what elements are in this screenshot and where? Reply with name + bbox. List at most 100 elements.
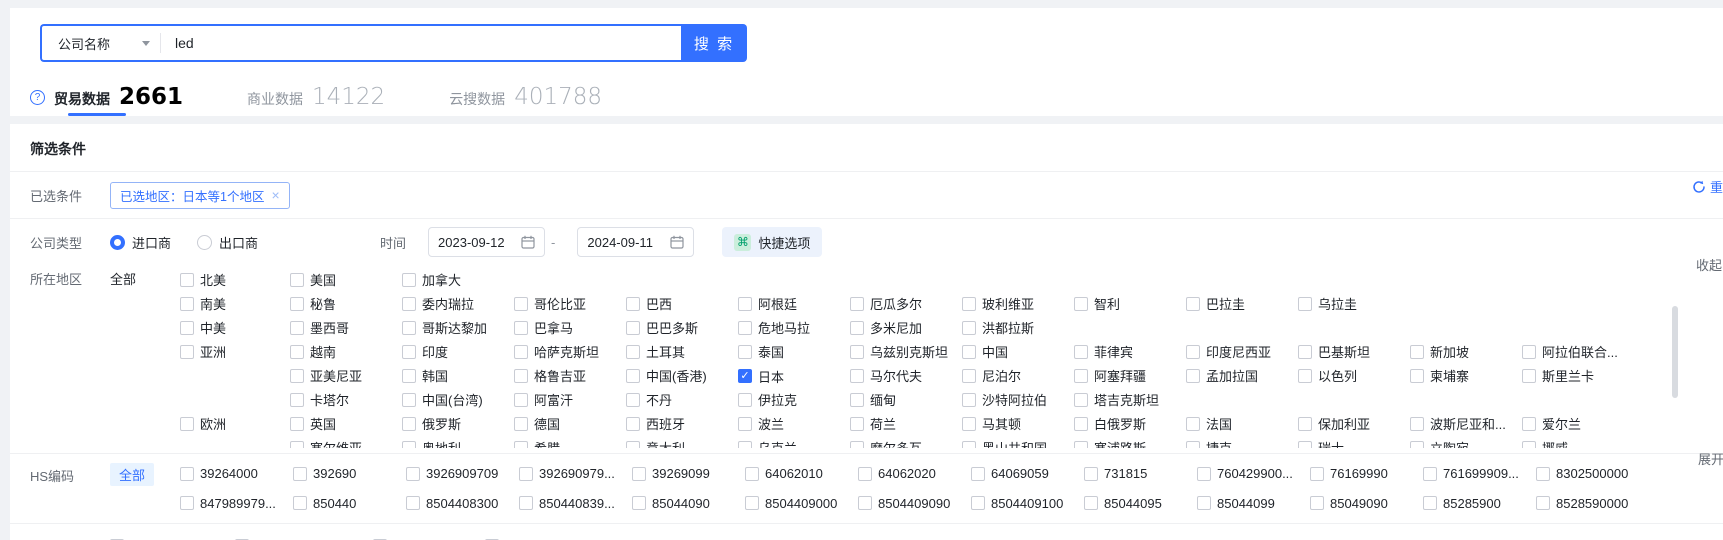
country-checkbox[interactable]: 土耳其 (626, 342, 685, 361)
radio-出口商[interactable]: 出口商 (197, 233, 258, 252)
country-checkbox[interactable]: 新加坡 (1410, 342, 1469, 361)
hs-code-checkbox[interactable]: 392690 (293, 466, 356, 481)
hs-code-checkbox[interactable]: 8504409000 (745, 496, 837, 511)
hs-code-checkbox[interactable]: 8504408300 (406, 496, 498, 511)
region-checkbox[interactable]: 亚洲 (180, 342, 226, 361)
country-checkbox[interactable]: 乌拉圭 (1298, 294, 1357, 313)
country-checkbox[interactable]: 哥伦比亚 (514, 294, 586, 313)
country-checkbox[interactable]: 中国 (962, 342, 1008, 361)
hs-code-checkbox[interactable]: 64069059 (971, 466, 1049, 481)
hs-code-checkbox[interactable]: 85044095 (1084, 496, 1162, 511)
country-checkbox[interactable]: 挪威 (1522, 438, 1568, 448)
advanced-filter-checkbox[interactable]: 只有一个供应商 (235, 537, 346, 540)
hs-code-checkbox[interactable]: 760429900... (1197, 466, 1293, 481)
country-checkbox[interactable]: 巴巴多斯 (626, 318, 698, 337)
search-input[interactable] (161, 26, 681, 60)
country-checkbox[interactable]: 美国 (290, 270, 336, 289)
radio-进口商[interactable]: 进口商 (110, 233, 171, 252)
region-checkbox[interactable]: 北美 (180, 270, 226, 289)
country-checkbox[interactable]: 瑞士 (1298, 438, 1344, 448)
country-checkbox[interactable]: 尼泊尔 (962, 366, 1021, 385)
country-checkbox[interactable]: 泰国 (738, 342, 784, 361)
country-checkbox[interactable]: 亚美尼亚 (290, 366, 362, 385)
search-category-select[interactable]: 公司名称 (42, 26, 160, 60)
country-checkbox[interactable]: 中国(台湾) (402, 390, 483, 409)
country-checkbox[interactable]: 卡塔尔 (290, 390, 349, 409)
tab-商业数据[interactable]: 商业数据14122 (247, 84, 385, 110)
country-checkbox[interactable]: 摩尔多瓦 (850, 438, 922, 448)
country-checkbox[interactable]: 玻利维亚 (962, 294, 1034, 313)
region-scrollbar-thumb[interactable] (1672, 306, 1678, 398)
country-checkbox[interactable]: 沙特阿拉伯 (962, 390, 1047, 409)
country-checkbox[interactable]: 韩国 (402, 366, 448, 385)
country-checkbox[interactable]: 墨西哥 (290, 318, 349, 337)
country-checkbox[interactable]: 不丹 (626, 390, 672, 409)
country-checkbox[interactable]: 波兰 (738, 414, 784, 433)
hs-code-checkbox[interactable]: 847989979... (180, 496, 276, 511)
country-checkbox[interactable]: 厄瓜多尔 (850, 294, 922, 313)
country-checkbox[interactable]: 洪都拉斯 (962, 318, 1034, 337)
hs-code-checkbox[interactable]: 64062010 (745, 466, 823, 481)
hs-code-checkbox[interactable]: 39264000 (180, 466, 258, 481)
hs-code-checkbox[interactable]: 64062020 (858, 466, 936, 481)
country-checkbox[interactable]: 巴拿马 (514, 318, 573, 337)
country-checkbox[interactable]: 印度尼西亚 (1186, 342, 1271, 361)
country-checkbox[interactable]: 塔吉克斯坦 (1074, 390, 1159, 409)
country-checkbox[interactable]: 塞浦路斯 (1074, 438, 1146, 448)
country-checkbox[interactable]: 乌兹别克斯坦 (850, 342, 948, 361)
country-checkbox[interactable]: 智利 (1074, 294, 1120, 313)
country-checkbox[interactable]: 英国 (290, 414, 336, 433)
country-checkbox[interactable]: 巴基斯坦 (1298, 342, 1370, 361)
advanced-filter-checkbox[interactable]: 过滤物流公司 (110, 537, 208, 540)
country-checkbox[interactable]: ✓日本 (738, 367, 784, 386)
country-checkbox[interactable]: 危地马拉 (738, 318, 810, 337)
end-date-input[interactable]: 2024-09-11 (577, 227, 694, 257)
hs-code-checkbox[interactable]: 85285900 (1423, 496, 1501, 511)
hs-code-checkbox[interactable]: 8504409100 (971, 496, 1063, 511)
country-checkbox[interactable]: 阿富汗 (514, 390, 573, 409)
country-checkbox[interactable]: 立陶宛 (1410, 438, 1469, 448)
country-checkbox[interactable]: 哈萨克斯坦 (514, 342, 599, 361)
hs-code-checkbox[interactable]: 39269099 (632, 466, 710, 481)
country-checkbox[interactable]: 希腊 (514, 438, 560, 448)
country-checkbox[interactable]: 马其顿 (962, 414, 1021, 433)
collapse-link[interactable]: 收起 (1696, 255, 1722, 274)
reset-button[interactable]: 重置 (1692, 177, 1723, 196)
country-checkbox[interactable]: 印度 (402, 342, 448, 361)
country-checkbox[interactable]: 阿塞拜疆 (1074, 366, 1146, 385)
region-checkbox[interactable]: 欧洲 (180, 414, 226, 433)
hs-code-checkbox[interactable]: 85049090 (1310, 496, 1388, 511)
country-checkbox[interactable]: 斯里兰卡 (1522, 366, 1594, 385)
country-checkbox[interactable]: 保加利亚 (1298, 414, 1370, 433)
close-icon[interactable]: × (271, 188, 279, 202)
country-checkbox[interactable]: 哥斯达黎加 (402, 318, 487, 337)
country-checkbox[interactable]: 委内瑞拉 (402, 294, 474, 313)
region-all-link[interactable]: 全部 (110, 268, 180, 292)
hs-code-checkbox[interactable]: 731815 (1084, 466, 1147, 481)
hs-code-checkbox[interactable]: 8528590000 (1536, 496, 1628, 511)
hs-code-checkbox[interactable]: 8504409090 (858, 496, 950, 511)
tab-贸易数据[interactable]: ?贸易数据2661 (30, 84, 183, 110)
country-checkbox[interactable]: 捷克 (1186, 438, 1232, 448)
country-checkbox[interactable]: 法国 (1186, 414, 1232, 433)
start-date-input[interactable]: 2023-09-12 (428, 227, 545, 257)
expand-link[interactable]: 展开 (1698, 449, 1723, 468)
country-checkbox[interactable]: 西班牙 (626, 414, 685, 433)
search-button[interactable]: 搜 索 (681, 24, 747, 62)
country-checkbox[interactable]: 秘鲁 (290, 294, 336, 313)
country-checkbox[interactable]: 德国 (514, 414, 560, 433)
hs-code-checkbox[interactable]: 761699909... (1423, 466, 1519, 481)
advanced-filter-checkbox[interactable]: 从中国采购 (373, 537, 458, 540)
region-checkbox[interactable]: 南美 (180, 294, 226, 313)
country-checkbox[interactable]: 白俄罗斯 (1074, 414, 1146, 433)
hs-code-checkbox[interactable]: 76169990 (1310, 466, 1388, 481)
hs-code-checkbox[interactable]: 850440839... (519, 496, 615, 511)
hs-code-checkbox[interactable]: 392690979... (519, 466, 615, 481)
country-checkbox[interactable]: 巴拉圭 (1186, 294, 1245, 313)
country-checkbox[interactable]: 荷兰 (850, 414, 896, 433)
country-checkbox[interactable]: 菲律宾 (1074, 342, 1133, 361)
country-checkbox[interactable]: 黑山共和国 (962, 438, 1047, 448)
country-checkbox[interactable]: 意大利 (626, 438, 685, 448)
country-checkbox[interactable]: 多米尼加 (850, 318, 922, 337)
country-checkbox[interactable]: 巴西 (626, 294, 672, 313)
